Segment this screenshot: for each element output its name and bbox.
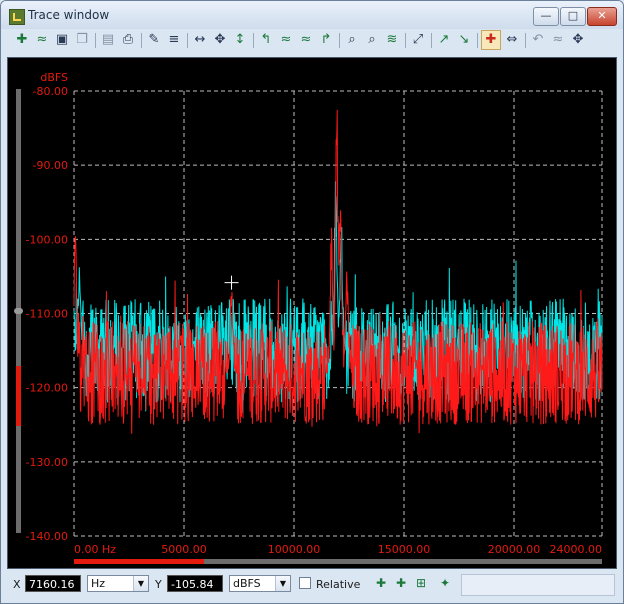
x-value: 7160.16 <box>25 575 81 592</box>
add-trace-icon[interactable]: ✚ <box>13 31 31 49</box>
undo-icon[interactable]: ↶ <box>529 31 547 49</box>
list-icon[interactable]: ≡ <box>165 31 183 49</box>
marker-delta-icon[interactable]: ⇔ <box>503 31 521 49</box>
chevron-down-icon[interactable]: ▼ <box>275 576 290 591</box>
x-label: X <box>13 578 21 591</box>
status-bar: X 7160.16 Hz ▼ Y -105.84 dBFS ▼ Relative… <box>1 571 623 601</box>
peak-up-icon[interactable]: ≈ <box>297 31 315 49</box>
peak-down-icon[interactable]: ≈ <box>277 31 295 49</box>
app-icon <box>9 9 25 25</box>
toolbar-separator <box>141 33 142 48</box>
relative-label: Relative <box>316 578 361 591</box>
add-marker-icon[interactable]: ✚ <box>373 575 389 591</box>
spectrum-chart[interactable]: -80.00 -90.00 -100.00 -110.00 -120.00 -130.00… <box>8 58 616 568</box>
toolbar-separator <box>477 33 478 48</box>
x-tick-label: 0.00 Hz <box>74 543 116 556</box>
x-unit-select[interactable]: Hz ▼ <box>87 575 149 592</box>
toolbar-separator <box>339 33 340 48</box>
y-tick-label: -100.00 <box>26 233 68 246</box>
zoom-xy-icon[interactable]: ✥ <box>211 31 229 49</box>
marker-level-icon[interactable]: ≋ <box>383 31 401 49</box>
relative-checkbox[interactable] <box>299 577 311 589</box>
trace-plot-area[interactable]: -80.00 -90.00 -100.00 -110.00 -120.00 -130.00… <box>7 57 617 569</box>
y-label: Y <box>155 578 162 591</box>
autoscale-icon[interactable]: ⤢ <box>409 31 427 49</box>
y-unit-select[interactable]: dBFS ▼ <box>229 575 291 592</box>
y-tick-label: -110.00 <box>26 308 68 321</box>
print-icon[interactable]: ⎙ <box>119 31 137 49</box>
x-tick-label: 24000.00 <box>550 543 603 556</box>
x-tick-label: 5000.00 <box>161 543 207 556</box>
marker-peak-icon[interactable]: ✚ <box>393 575 409 591</box>
toolbar-separator <box>253 33 254 48</box>
copy-icon[interactable]: ❐ <box>73 31 91 49</box>
marker-find-next-icon[interactable]: ⌕ <box>363 31 381 49</box>
y-axis-label: dBFS <box>40 71 68 84</box>
marker-settings-icon[interactable]: ✦ <box>437 575 453 591</box>
y-tick-label: -120.00 <box>26 382 68 395</box>
toolbar-separator <box>525 33 526 48</box>
redo-icon[interactable]: ≈ <box>549 31 567 49</box>
peak-left-icon[interactable]: ↰ <box>257 31 275 49</box>
toolbar-separator <box>95 33 96 48</box>
save-icon[interactable]: ▣ <box>53 31 71 49</box>
settings-icon[interactable]: ✥ <box>569 31 587 49</box>
title-bar[interactable]: Trace window — □ ✕ <box>1 1 623 29</box>
print-preview-icon[interactable]: ▤ <box>99 31 117 49</box>
window-title: Trace window <box>28 8 110 22</box>
horizontal-scroll-thumb[interactable] <box>74 559 204 564</box>
toolbar: ✚ ≈ ▣ ❐ ▤ ⎙ ✎ ≡ ↔ ✥ ↕ ↰ ≈ ≈ ↱ ⌕ ⌕ ≋ ⤢ ↗ … <box>9 30 615 51</box>
y-tick-label: -90.00 <box>33 159 68 172</box>
edit-icon[interactable]: ✎ <box>145 31 163 49</box>
marker-find-icon[interactable]: ⌕ <box>343 31 361 49</box>
maximize-button[interactable]: □ <box>560 7 586 26</box>
marker-grid-icon[interactable]: ⊞ <box>413 575 429 591</box>
y-tick-label: -80.00 <box>33 85 68 98</box>
trace-up-icon[interactable]: ↗ <box>435 31 453 49</box>
zoom-x-icon[interactable]: ↔ <box>191 31 209 49</box>
y-tick-label: -130.00 <box>26 456 68 469</box>
x-tick-label: 10000.00 <box>268 543 321 556</box>
remove-trace-icon[interactable]: ≈ <box>33 31 51 49</box>
toolbar-separator <box>405 33 406 48</box>
toolbar-separator <box>187 33 188 48</box>
x-tick-label: 15000.00 <box>378 543 431 556</box>
x-tick-label: 20000.00 <box>488 543 541 556</box>
y-value: -105.84 <box>167 575 223 592</box>
x-unit-value: Hz <box>91 577 106 590</box>
minimize-button[interactable]: — <box>533 7 559 26</box>
close-button[interactable]: ✕ <box>587 7 617 26</box>
zoom-y-icon[interactable]: ↕ <box>231 31 249 49</box>
trace-down-icon[interactable]: ↘ <box>455 31 473 49</box>
trace-window: Trace window — □ ✕ ✚ ≈ ▣ ❐ ▤ ⎙ ✎ ≡ ↔ ✥ ↕… <box>0 0 624 604</box>
chevron-down-icon[interactable]: ▼ <box>133 576 148 591</box>
peak-right-icon[interactable]: ↱ <box>317 31 335 49</box>
y-tick-label: -140.00 <box>26 530 68 543</box>
y-unit-value: dBFS <box>233 577 261 590</box>
status-panel <box>461 574 615 596</box>
toolbar-separator <box>431 33 432 48</box>
marker-toggle-icon[interactable]: ✚ <box>481 30 501 50</box>
